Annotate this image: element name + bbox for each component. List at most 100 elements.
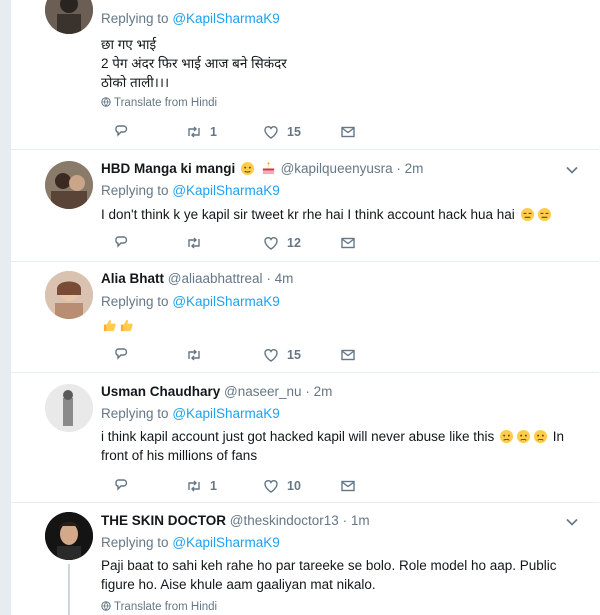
frowning-face-emoji-icon <box>533 429 548 444</box>
face-emoji-icon <box>240 161 255 176</box>
tweet-actions: 12 <box>101 234 401 252</box>
reply-button[interactable] <box>113 234 129 252</box>
tweet-text: i think kapil account just got hacked ka… <box>101 429 565 463</box>
chevron-down-icon[interactable] <box>565 515 579 529</box>
retweet-count: 1 <box>210 479 217 493</box>
thread-line <box>68 564 70 615</box>
display-name[interactable]: Usman Chaudhary <box>101 384 220 399</box>
screen-name[interactable]: @theskindoctor13 <box>230 513 339 528</box>
birthday-cake-emoji-icon <box>262 162 274 175</box>
tweet[interactable]: HBD Manga ki mangi @kapilqueenyusra · 2m… <box>11 149 599 262</box>
tweet-actions: 1 15 <box>101 123 401 141</box>
envelope-icon <box>341 480 355 492</box>
direct-message-button[interactable] <box>340 234 356 252</box>
retweet-icon <box>188 237 200 249</box>
tweet-header: THE SKIN DOCTOR @theskindoctor13 · 1m <box>101 513 370 528</box>
replying-to: Replying to @KapilSharmaK9 <box>101 183 280 198</box>
translate-link[interactable]: Translate from Hindi <box>101 97 217 109</box>
reply-button[interactable] <box>113 346 129 364</box>
like-button[interactable]: 12 <box>263 234 301 252</box>
envelope-icon <box>341 126 355 138</box>
globe-icon <box>101 601 111 611</box>
screen-name[interactable]: @naseer_nu <box>224 384 302 399</box>
translate-link[interactable]: Translate from Hindi <box>101 601 217 613</box>
retweet-button[interactable] <box>186 346 210 364</box>
retweet-button[interactable] <box>186 234 210 252</box>
tweet-text <box>101 316 563 335</box>
heart-icon <box>264 126 278 139</box>
like-button[interactable]: 10 <box>263 477 301 495</box>
display-name[interactable]: THE SKIN DOCTOR <box>101 513 226 528</box>
screen-name[interactable]: @kapilqueenyusra <box>281 161 393 176</box>
globe-icon <box>101 97 111 107</box>
heart-icon <box>264 349 278 362</box>
thumbs-up-emoji-icon <box>120 319 133 332</box>
tweet-actions: 15 <box>101 346 401 364</box>
replying-to: Replying to @KapilSharmaK9 <box>101 11 280 26</box>
screen-name[interactable]: @aliaabhattreal <box>168 271 263 286</box>
tweet-timestamp[interactable]: 4m <box>275 271 294 286</box>
replies-timeline: Replying to @KapilSharmaK9 छा गए भाई 2 प… <box>10 0 600 615</box>
expressionless-face-emoji-icon <box>537 207 551 222</box>
envelope-icon <box>341 349 355 361</box>
avatar[interactable] <box>45 512 93 560</box>
tweet-text: I don't think k ye kapil sir tweet kr rh… <box>101 205 563 224</box>
reply-icon <box>115 125 128 137</box>
like-button[interactable]: 15 <box>263 346 301 364</box>
page-background-strip <box>0 0 10 615</box>
direct-message-button[interactable] <box>340 123 356 141</box>
avatar[interactable] <box>45 161 93 209</box>
frowning-face-emoji-icon <box>499 429 514 444</box>
tweet-actions: 1 10 <box>101 477 401 495</box>
like-count: 10 <box>287 479 301 493</box>
retweet-icon <box>188 349 200 361</box>
reply-handle-link[interactable]: @KapilSharmaK9 <box>172 294 280 309</box>
reply-handle-link[interactable]: @KapilSharmaK9 <box>172 11 280 26</box>
tweet-timestamp[interactable]: 2m <box>405 161 424 176</box>
reply-button[interactable] <box>113 123 129 141</box>
reply-icon <box>115 479 128 491</box>
tweet-timestamp[interactable]: 2m <box>314 384 333 399</box>
retweet-icon <box>188 126 200 138</box>
avatar[interactable] <box>45 271 93 319</box>
like-count: 12 <box>287 236 301 250</box>
replying-to: Replying to @KapilSharmaK9 <box>101 406 280 421</box>
retweet-icon <box>188 480 200 492</box>
tweet-header: Usman Chaudhary @naseer_nu · 2m <box>101 384 333 399</box>
retweet-button[interactable]: 1 <box>186 123 217 141</box>
tweet-header: HBD Manga ki mangi @kapilqueenyusra · 2m <box>101 161 424 176</box>
tweet[interactable]: Replying to @KapilSharmaK9 छा गए भाई 2 प… <box>11 0 599 150</box>
tweet[interactable]: Alia Bhatt @aliaabhattreal · 4m Replying… <box>11 261 599 373</box>
heart-icon <box>264 480 278 493</box>
display-name[interactable]: Alia Bhatt <box>101 271 164 286</box>
like-count: 15 <box>287 348 301 362</box>
like-count: 15 <box>287 125 301 139</box>
replying-to: Replying to @KapilSharmaK9 <box>101 294 280 309</box>
reply-handle-link[interactable]: @KapilSharmaK9 <box>172 183 280 198</box>
avatar[interactable] <box>45 384 93 432</box>
retweet-button[interactable]: 1 <box>186 477 217 495</box>
frowning-face-emoji-icon <box>516 429 531 444</box>
thumbs-up-emoji-icon <box>103 319 116 332</box>
tweet-text: छा गए भाई 2 पेग अंदर फिर भाई आज बने सिकं… <box>101 37 287 90</box>
tweet-timestamp[interactable]: 1m <box>351 513 370 528</box>
direct-message-button[interactable] <box>340 346 356 364</box>
expressionless-face-emoji-icon <box>520 207 534 222</box>
retweet-count: 1 <box>210 125 217 139</box>
reply-handle-link[interactable]: @KapilSharmaK9 <box>172 535 280 550</box>
tweet[interactable]: Usman Chaudhary @naseer_nu · 2m Replying… <box>11 372 599 503</box>
reply-handle-link[interactable]: @KapilSharmaK9 <box>172 406 280 421</box>
tweet-text: Paji baat to sahi keh rahe ho par tareek… <box>101 558 557 592</box>
direct-message-button[interactable] <box>340 477 356 495</box>
replying-to: Replying to @KapilSharmaK9 <box>101 535 280 550</box>
tweet[interactable]: THE SKIN DOCTOR @theskindoctor13 · 1m Re… <box>11 502 599 615</box>
reply-icon <box>115 236 128 248</box>
display-name[interactable]: HBD Manga ki mangi <box>101 161 235 176</box>
reply-button[interactable] <box>113 477 129 495</box>
avatar[interactable] <box>45 0 93 34</box>
chevron-down-icon[interactable] <box>565 163 579 177</box>
heart-icon <box>264 237 278 250</box>
envelope-icon <box>341 237 355 249</box>
like-button[interactable]: 15 <box>263 123 301 141</box>
reply-icon <box>115 348 128 360</box>
